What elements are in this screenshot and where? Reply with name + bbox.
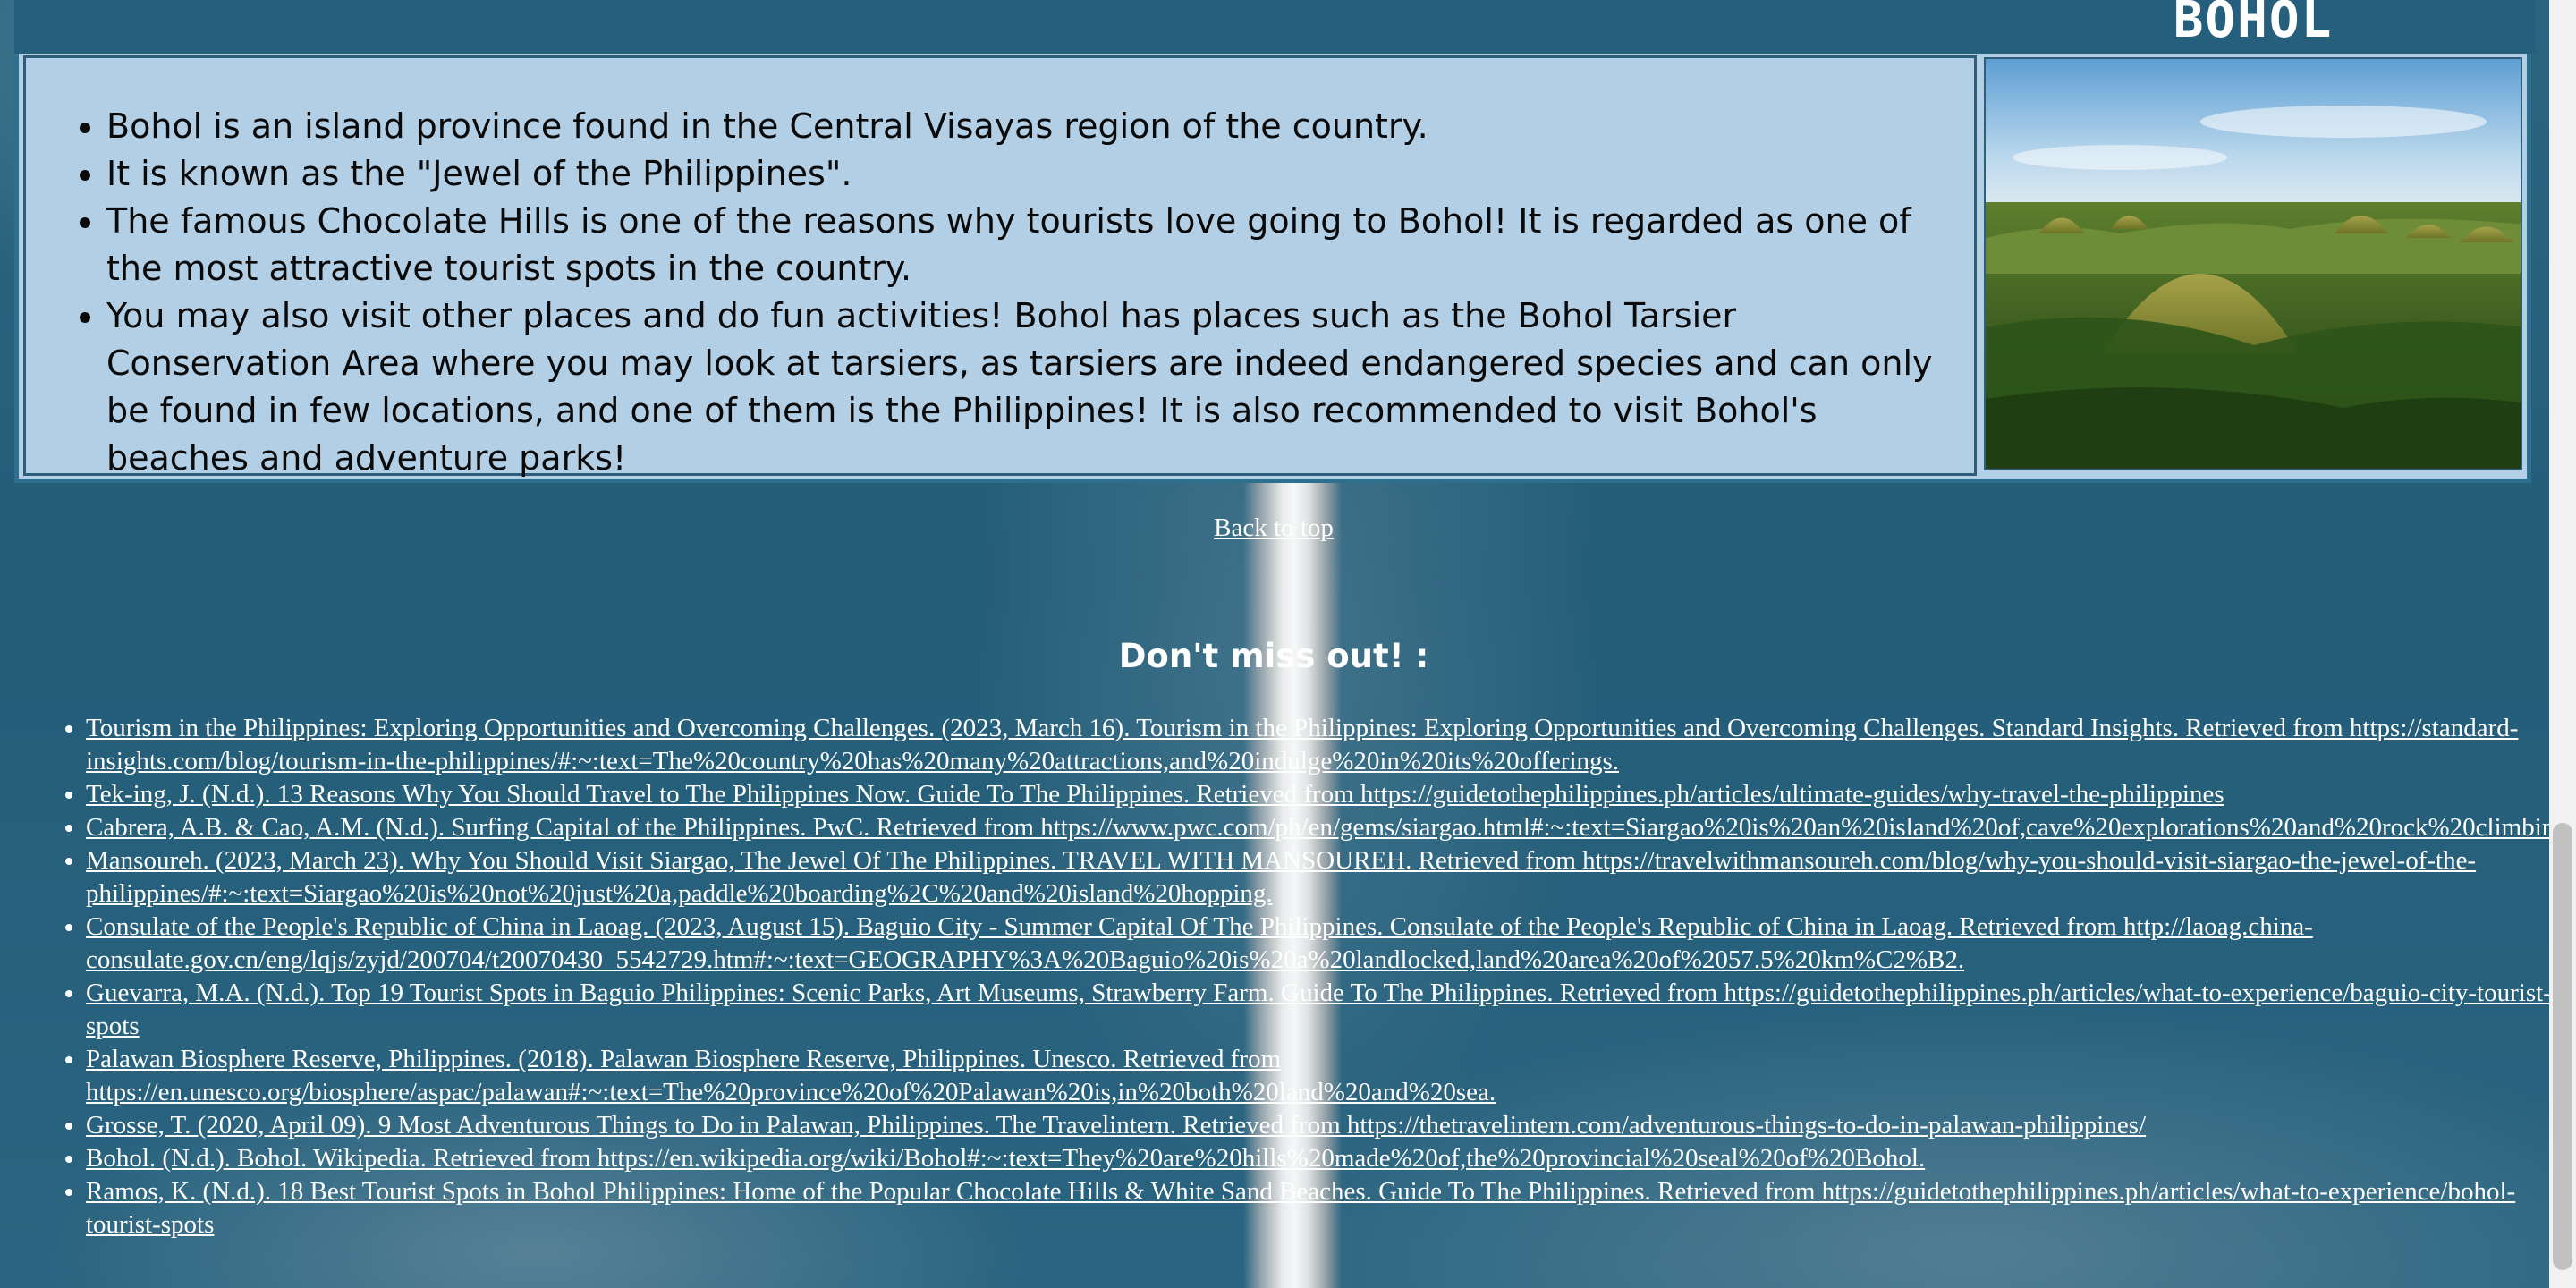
vertical-scrollbar[interactable] <box>2549 0 2576 1288</box>
reference-link[interactable]: Tourism in the Philippines: Exploring Op… <box>86 714 2518 775</box>
list-item: Guevarra, M.A. (N.d.). Top 19 Tourist Sp… <box>86 977 2576 1043</box>
list-item: It is known as the "Jewel of the Philipp… <box>106 150 1956 198</box>
reference-link[interactable]: Ramos, K. (N.d.). 18 Best Tourist Spots … <box>86 1177 2515 1239</box>
reference-link[interactable]: Guevarra, M.A. (N.d.). Top 19 Tourist Sp… <box>86 979 2552 1040</box>
list-item: Consulate of the People's Republic of Ch… <box>86 911 2576 977</box>
reference-link[interactable]: Mansoureh. (2023, March 23). Why You Sho… <box>86 846 2476 908</box>
list-item: The famous Chocolate Hills is one of the… <box>106 198 1956 292</box>
references-list: Tourism in the Philippines: Exploring Op… <box>36 712 2576 1241</box>
reference-link[interactable]: Cabrera, A.B. & Cao, A.M. (N.d.). Surfin… <box>86 813 2574 842</box>
list-item: You may also visit other places and do f… <box>106 292 1956 482</box>
back-to-top-link[interactable]: Back to top <box>0 513 2547 543</box>
list-item: Bohol is an island province found in the… <box>106 103 1956 150</box>
list-item: Bohol. (N.d.). Bohol. Wikipedia. Retriev… <box>86 1142 2576 1175</box>
chocolate-hills-image <box>1984 57 2522 470</box>
list-item: Palawan Biosphere Reserve, Philippines. … <box>86 1043 2576 1109</box>
section-title: BOHOL <box>2173 0 2334 49</box>
reference-link[interactable]: Grosse, T. (2020, April 09). 9 Most Adve… <box>86 1111 2146 1140</box>
list-item: Tourism in the Philippines: Exploring Op… <box>86 712 2576 778</box>
list-item: Mansoureh. (2023, March 23). Why You Sho… <box>86 844 2576 911</box>
scrollbar-thumb[interactable] <box>2553 823 2572 1270</box>
references-heading: Don't miss out! : <box>1118 637 1429 675</box>
list-item: Grosse, T. (2020, April 09). 9 Most Adve… <box>86 1109 2576 1142</box>
reference-link[interactable]: Tek-ing, J. (N.d.). 13 Reasons Why You S… <box>86 780 2224 809</box>
reference-link[interactable]: Palawan Biosphere Reserve, Philippines. … <box>86 1045 1496 1106</box>
bohol-info-box: Bohol is an island province found in the… <box>23 55 1977 478</box>
list-item: Cabrera, A.B. & Cao, A.M. (N.d.). Surfin… <box>86 811 2576 844</box>
bohol-facts-list: Bohol is an island province found in the… <box>26 58 1974 482</box>
list-item: Tek-ing, J. (N.d.). 13 Reasons Why You S… <box>86 778 2576 811</box>
list-item: Ramos, K. (N.d.). 18 Best Tourist Spots … <box>86 1175 2576 1241</box>
reference-link[interactable]: Consulate of the People's Republic of Ch… <box>86 912 2313 974</box>
reference-link[interactable]: Bohol. (N.d.). Bohol. Wikipedia. Retriev… <box>86 1144 1925 1173</box>
